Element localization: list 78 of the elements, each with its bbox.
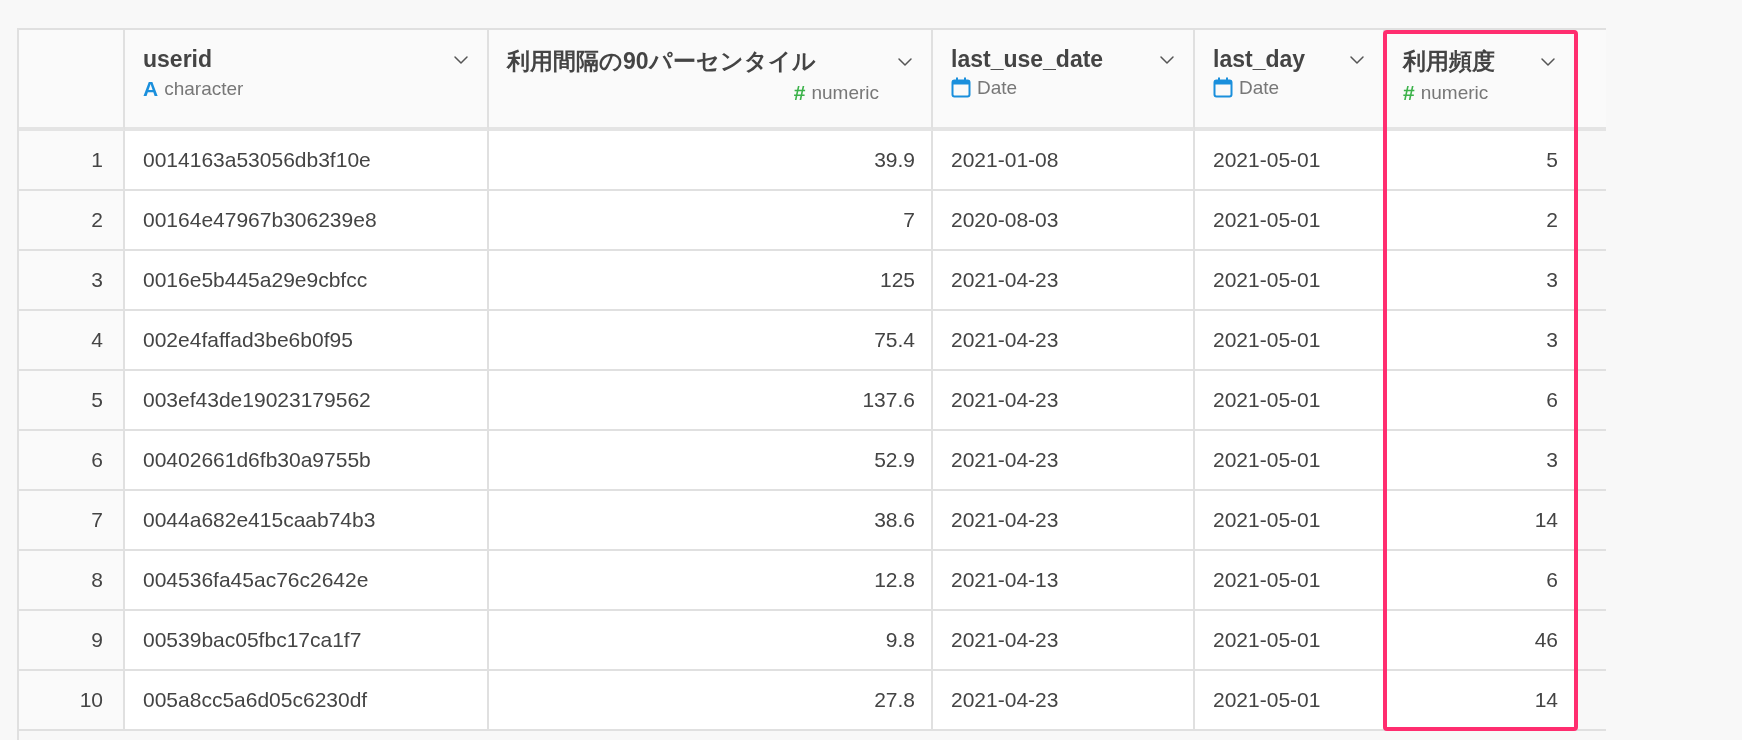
table-cell: 00402661d6fb30a9755b <box>125 431 489 491</box>
row-number: 1 <box>19 131 125 191</box>
table-cell: 5 <box>1385 131 1576 191</box>
table-cell: 3 <box>1385 251 1576 311</box>
table-cell: 9.8 <box>489 611 933 671</box>
table-cell: 38.6 <box>489 491 933 551</box>
table-cell: 46 <box>1385 611 1576 671</box>
row-number: 3 <box>19 251 125 311</box>
table-cell: 7 <box>489 191 933 251</box>
table-cell: 3 <box>1385 311 1576 371</box>
table-cell: 2021-04-23 <box>933 491 1195 551</box>
table-cell: 137.6 <box>489 371 933 431</box>
table-cell: 00539bac05fbc17ca1f7 <box>125 611 489 671</box>
table-cell: 2021-05-01 <box>1195 611 1385 671</box>
table-cell: 005a8cc5a6d05c6230df <box>125 671 489 731</box>
table-cell: 2021-01-08 <box>933 131 1195 191</box>
table-cell: 125 <box>489 251 933 311</box>
table-cell: 6 <box>1385 371 1576 431</box>
table-cell: 2021-05-01 <box>1195 251 1385 311</box>
table-cell: 2021-05-01 <box>1195 491 1385 551</box>
column-type-label: numeric <box>811 82 879 104</box>
column-title: 利用間隔の90パーセンタイル <box>507 47 816 76</box>
column-header[interactable]: userid A character <box>125 30 489 131</box>
table-cell: 2021-04-23 <box>933 611 1195 671</box>
table-cell: 2021-05-01 <box>1195 311 1385 371</box>
table-cell: 12.8 <box>489 551 933 611</box>
row-number: 6 <box>19 431 125 491</box>
table-cell: 003ef43de19023179562 <box>125 371 489 431</box>
table-cell: 2 <box>1385 191 1576 251</box>
table-cell: 2021-05-01 <box>1195 371 1385 431</box>
column-type-label: character <box>164 78 244 100</box>
table-cell: 14 <box>1385 491 1576 551</box>
numeric-type-icon: # <box>793 81 806 105</box>
table-cell: 6 <box>1385 551 1576 611</box>
column-type-label: Date <box>1239 77 1280 99</box>
table-cell: 2021-04-23 <box>933 431 1195 491</box>
table-cell: 0044a682e415caab74b3 <box>125 491 489 551</box>
table-cell: 2021-04-23 <box>933 371 1195 431</box>
table-cell: 2021-05-01 <box>1195 131 1385 191</box>
table-cell: 2021-04-23 <box>933 671 1195 731</box>
calendar-icon <box>951 77 971 99</box>
table-cell: 004536fa45ac76c2642e <box>125 551 489 611</box>
column-title: userid <box>143 46 213 73</box>
column-header[interactable]: 利用間隔の90パーセンタイル # numeric <box>489 30 933 131</box>
column-title: last_day <box>1213 46 1306 73</box>
table-cell: 75.4 <box>489 311 933 371</box>
table-cell: 2021-04-13 <box>933 551 1195 611</box>
table-cell: 2020-08-03 <box>933 191 1195 251</box>
table-cell: 27.8 <box>489 671 933 731</box>
column-title: last_use_date <box>951 46 1104 73</box>
table-cell: 00164e47967b306239e8 <box>125 191 489 251</box>
table-cell: 2021-05-01 <box>1195 191 1385 251</box>
table-cell: 2021-05-01 <box>1195 431 1385 491</box>
row-number: 4 <box>19 311 125 371</box>
column-type-label: numeric <box>1420 82 1489 104</box>
column-header[interactable]: last_day Date <box>1195 30 1385 131</box>
column-type-label: Date <box>977 77 1018 99</box>
table-cell: 2021-05-01 <box>1195 671 1385 731</box>
table-cell: 2021-04-23 <box>933 251 1195 311</box>
column-header[interactable]: last_use_date Date <box>933 30 1195 131</box>
table-cell: 002e4faffad3be6b0f95 <box>125 311 489 371</box>
row-number: 7 <box>19 491 125 551</box>
table-cell: 2021-04-23 <box>933 311 1195 371</box>
row-number: 10 <box>19 671 125 731</box>
table-cell: 3 <box>1385 431 1576 491</box>
character-type-icon: A <box>143 77 159 101</box>
row-number: 5 <box>19 371 125 431</box>
calendar-icon <box>1213 77 1233 99</box>
table-cell: 0016e5b445a29e9cbfcc <box>125 251 489 311</box>
table-cell: 2021-05-01 <box>1195 551 1385 611</box>
table-cell: 39.9 <box>489 131 933 191</box>
column-title: 利用頻度 <box>1403 47 1495 76</box>
table-cell: 52.9 <box>489 431 933 491</box>
row-number: 2 <box>19 191 125 251</box>
table-cell: 0014163a53056db3f10e <box>125 131 489 191</box>
numeric-type-icon: # <box>1403 81 1415 105</box>
row-number: 8 <box>19 551 125 611</box>
row-number: 9 <box>19 611 125 671</box>
